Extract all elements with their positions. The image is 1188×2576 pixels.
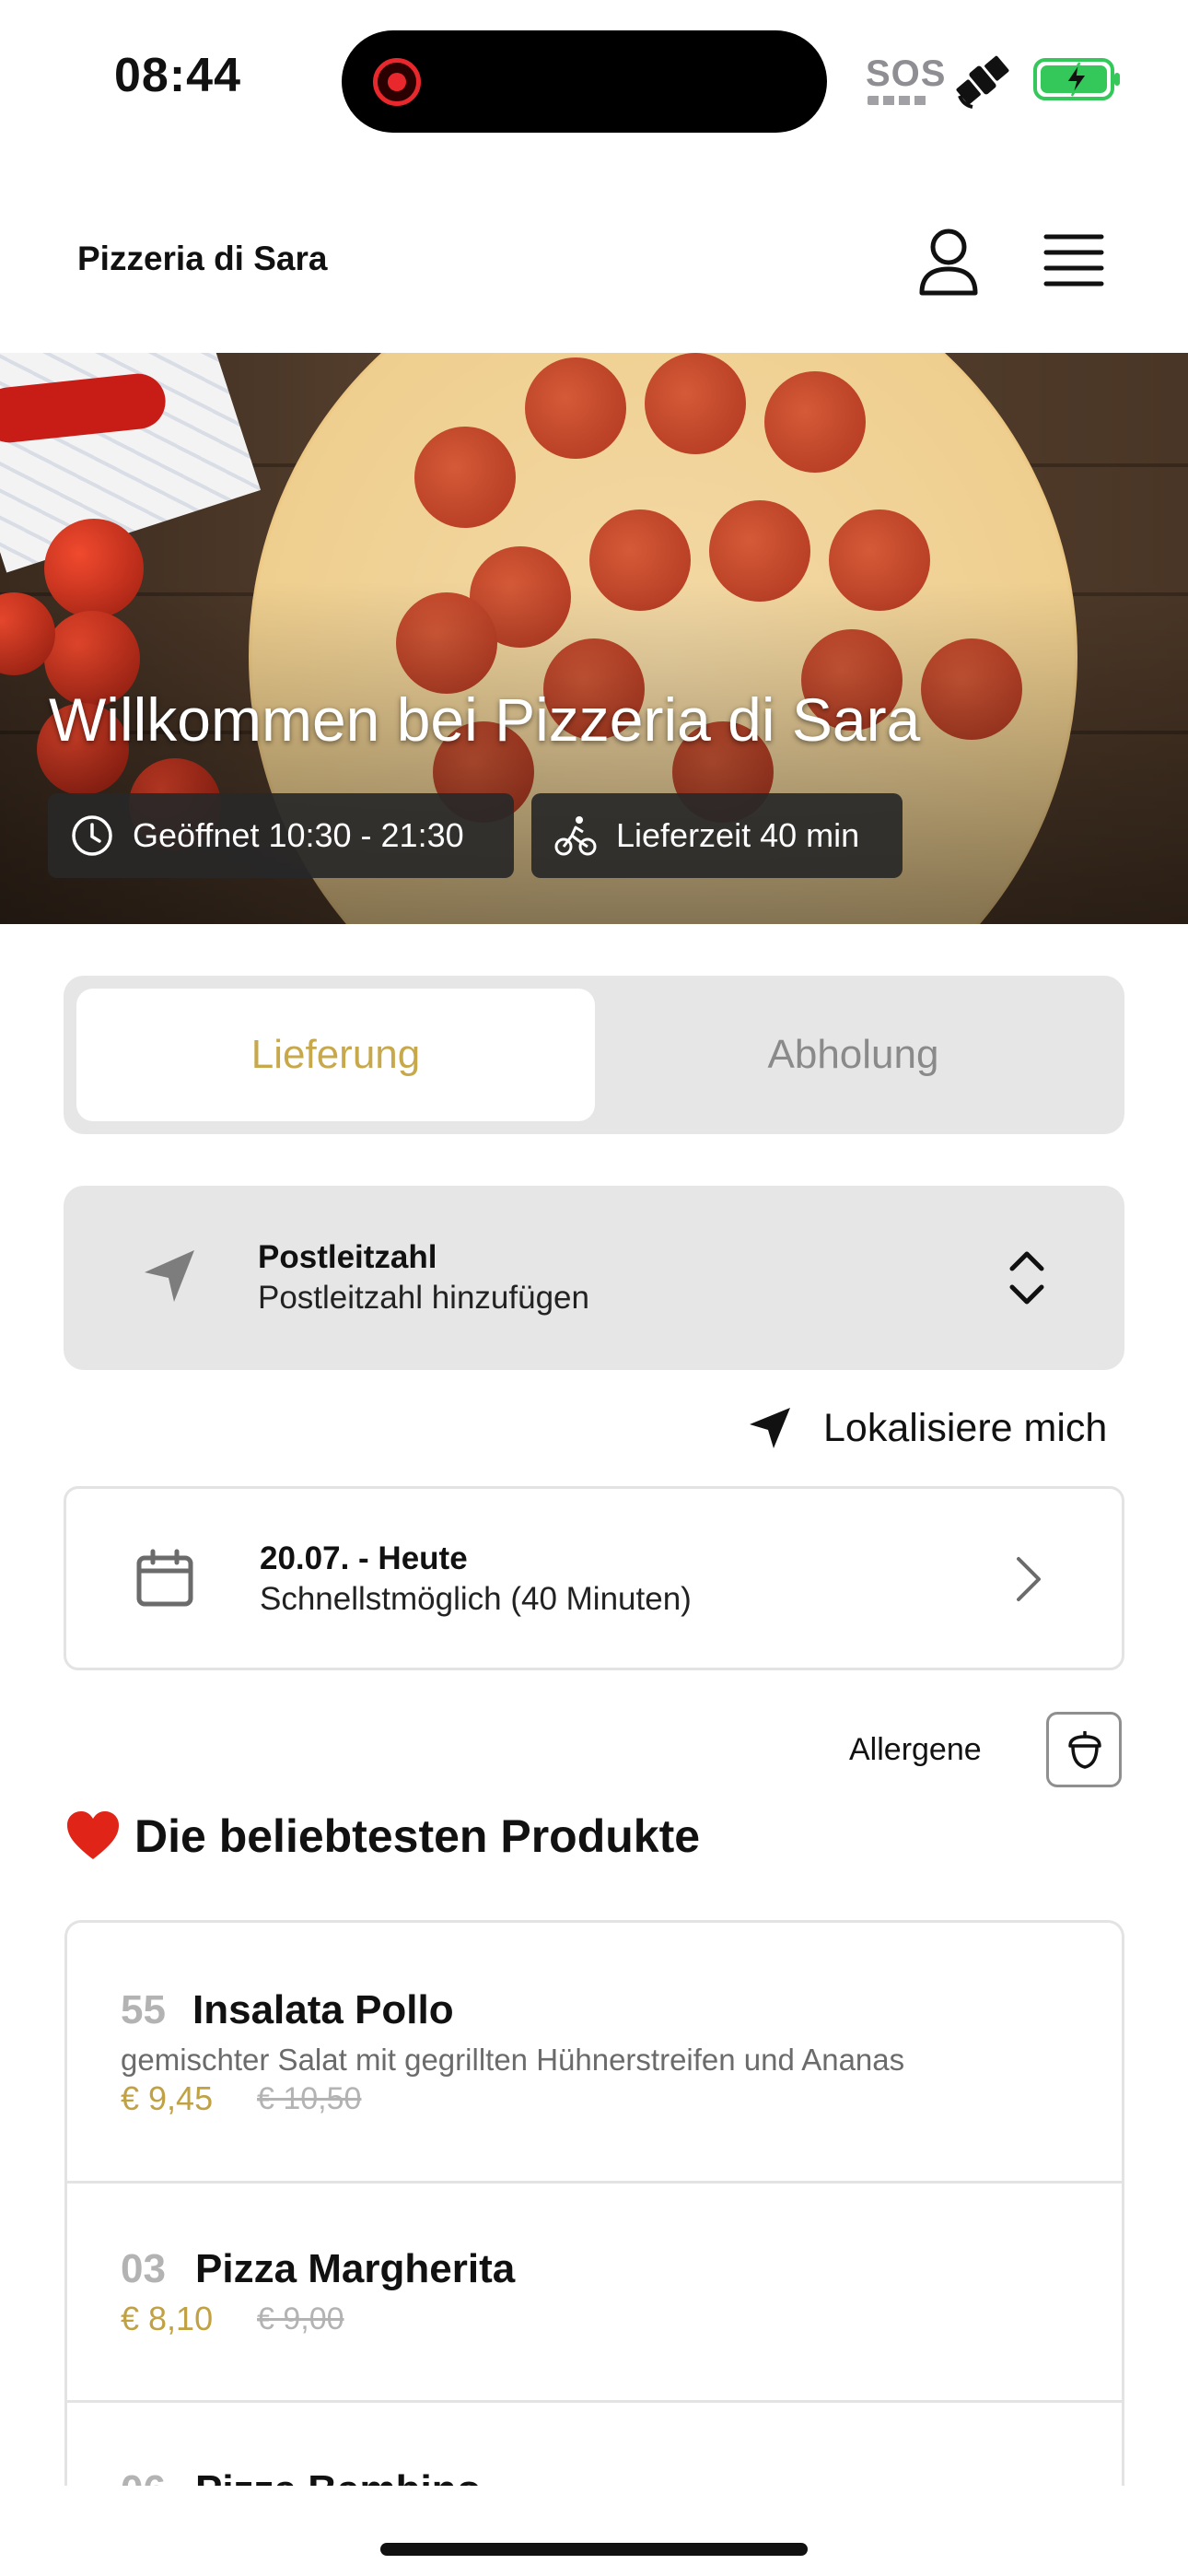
hero-title: Willkommen bei Pizzeria di Sara (49, 685, 921, 754)
popular-products-title: Die beliebtesten Produkte (134, 1810, 701, 1862)
product-price: € 8,10 (121, 2300, 214, 2337)
allergens-label: Allergene (849, 1732, 982, 1767)
home-indicator[interactable] (380, 2543, 808, 2556)
brand-name[interactable]: Pizzeria di Sara (77, 240, 327, 278)
delivery-time-chip: Lieferzeit 40 min (531, 793, 903, 878)
opening-hours-text: Geöffnet 10:30 - 21:30 (133, 816, 464, 854)
pickup-tab[interactable]: Abholung (594, 989, 1112, 1121)
app-header: Pizzeria di Sara (0, 193, 1188, 350)
delivery-tab[interactable]: Lieferung (76, 989, 595, 1121)
postcode-selector[interactable]: Postleitzahl Postleitzahl hinzufügen (64, 1186, 1124, 1370)
product-item[interactable]: 55 Insalata Pollo gemischter Salat mit g… (67, 1923, 1122, 2184)
locate-me-label: Lokalisiere mich (823, 1405, 1108, 1450)
product-number: 55 (121, 1987, 166, 2032)
menu-icon[interactable] (1043, 232, 1104, 289)
product-list: 55 Insalata Pollo gemischter Salat mit g… (64, 1920, 1124, 2486)
satellite-icon (956, 55, 1009, 109)
location-arrow-icon (750, 1408, 790, 1448)
product-price: € 9,45 (121, 2079, 214, 2117)
product-number: 06 (121, 2467, 166, 2486)
order-mode-toggle: Lieferung Abholung (64, 976, 1124, 1134)
screen-record-icon (373, 58, 421, 106)
bicycle-icon (554, 816, 597, 856)
chevron-up-down-icon (1009, 1251, 1044, 1305)
allergens-button[interactable] (1046, 1712, 1122, 1787)
acorn-icon (1068, 1731, 1101, 1769)
delivery-date-selector[interactable]: 20.07. - Heute Schnellstmöglich (40 Minu… (64, 1486, 1124, 1670)
product-number: 03 (121, 2246, 166, 2291)
status-time: 08:44 (114, 49, 241, 102)
locate-me-button[interactable]: Lokalisiere mich (746, 1400, 1107, 1456)
navigation-arrow-icon (145, 1250, 194, 1302)
product-item[interactable]: 06 Pizza Bambino (67, 2403, 1122, 2486)
delivery-date-title: 20.07. - Heute (260, 1540, 468, 1576)
chevron-right-icon (1017, 1557, 1041, 1601)
opening-hours-chip: Geöffnet 10:30 - 21:30 (48, 793, 514, 878)
hero-banner: Willkommen bei Pizzeria di Sara Geöffnet… (0, 353, 1188, 924)
heart-icon (67, 1811, 119, 1859)
popular-products-heading: Die beliebtesten Produkte (64, 1809, 700, 1863)
sos-indicator: SOS (866, 53, 947, 94)
product-name: Pizza Bambino (195, 2467, 482, 2486)
delivery-time-text: Lieferzeit 40 min (616, 816, 860, 854)
product-description: gemischter Salat mit gegrillten Hühnerst… (121, 2043, 905, 2077)
postcode-placeholder: Postleitzahl hinzufügen (258, 1280, 589, 1316)
dynamic-island (342, 30, 827, 133)
product-old-price: € 10,50 (257, 2081, 362, 2116)
status-bar: 08:44 SOS (0, 0, 1188, 157)
delivery-date-subtitle: Schnellstmöglich (40 Minuten) (260, 1581, 692, 1617)
signal-dots (868, 96, 926, 105)
postcode-label: Postleitzahl (258, 1239, 437, 1275)
calendar-icon (136, 1549, 193, 1607)
battery-charging-icon (1033, 58, 1120, 100)
product-old-price: € 9,00 (257, 2301, 344, 2336)
product-name: Insalata Pollo (192, 1987, 454, 2032)
product-name: Pizza Margherita (195, 2246, 516, 2291)
product-item[interactable]: 03 Pizza Margherita € 8,10 € 9,00 (67, 2184, 1122, 2403)
clock-icon (72, 815, 112, 856)
user-icon[interactable] (917, 227, 980, 297)
